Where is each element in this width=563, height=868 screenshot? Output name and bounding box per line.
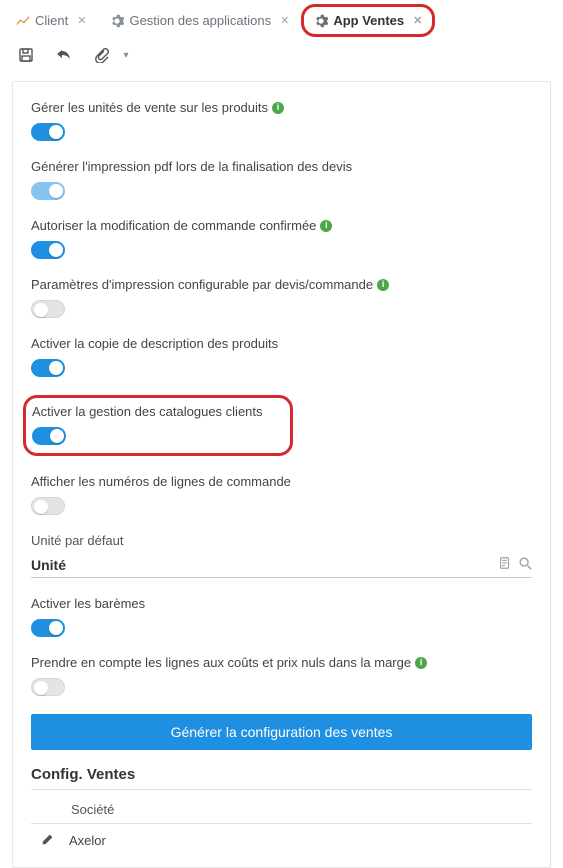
tab-gestion-applications[interactable]: Gestion des applications ✕	[98, 5, 301, 36]
info-icon[interactable]: i	[377, 279, 389, 291]
setting-label: Générer l'impression pdf lors de la fina…	[31, 159, 532, 174]
toggle-line-numbers[interactable]	[31, 497, 65, 515]
toggle-manage-units[interactable]	[31, 123, 65, 141]
setting-copy-desc: Activer la copie de description des prod…	[31, 336, 532, 377]
toggle-copy-desc[interactable]	[31, 359, 65, 377]
pencil-icon[interactable]	[41, 832, 69, 849]
toggle-null-cost-margin[interactable]	[31, 678, 65, 696]
label-text: Prendre en compte les lignes aux coûts e…	[31, 655, 411, 670]
close-icon[interactable]: ✕	[77, 14, 86, 27]
setting-label: Activer les barèmes	[31, 596, 532, 611]
gear-icon	[110, 14, 124, 28]
setting-line-numbers: Afficher les numéros de lignes de comman…	[31, 474, 532, 515]
grid-column-header: Société	[31, 796, 532, 824]
info-icon[interactable]: i	[272, 102, 284, 114]
chevron-down-icon[interactable]: ▾	[118, 47, 134, 63]
toolbar: ▾	[0, 37, 563, 75]
label-text: Activer les barèmes	[31, 596, 145, 611]
info-icon[interactable]: i	[320, 220, 332, 232]
generate-config-button[interactable]: Générer la configuration des ventes	[31, 714, 532, 750]
label-text: Afficher les numéros de lignes de comman…	[31, 474, 291, 489]
setting-label: Autoriser la modification de commande co…	[31, 218, 532, 233]
label-text: Générer l'impression pdf lors de la fina…	[31, 159, 352, 174]
setting-allow-modify: Autoriser la modification de commande co…	[31, 218, 532, 259]
setting-label: Afficher les numéros de lignes de comman…	[31, 474, 532, 489]
toggle-generate-pdf[interactable]	[31, 182, 65, 200]
save-icon[interactable]	[18, 47, 34, 63]
label-text: Activer la copie de description des prod…	[31, 336, 278, 351]
tab-label: Gestion des applications	[129, 13, 271, 28]
default-unit-row: Unité par défaut Unité	[31, 533, 532, 578]
toggle-catalogues[interactable]	[32, 427, 66, 445]
setting-catalogues: Activer la gestion des catalogues client…	[23, 395, 293, 456]
setting-label: Gérer les unités de vente sur les produi…	[31, 100, 532, 115]
toggle-allow-modify[interactable]	[31, 241, 65, 259]
chart-icon	[16, 14, 30, 28]
default-unit-label: Unité par défaut	[31, 533, 532, 548]
info-icon[interactable]: i	[415, 657, 427, 669]
search-icon[interactable]	[518, 556, 532, 573]
table-row[interactable]: Axelor	[31, 824, 532, 857]
settings-panel: Gérer les unités de vente sur les produi…	[12, 81, 551, 868]
attachment-icon[interactable]	[94, 47, 110, 63]
tab-label: Client	[35, 13, 68, 28]
setting-generate-pdf: Générer l'impression pdf lors de la fina…	[31, 159, 532, 200]
tab-client[interactable]: Client ✕	[4, 5, 98, 36]
setting-label: Activer la copie de description des prod…	[31, 336, 532, 351]
setting-label: Prendre en compte les lignes aux coûts e…	[31, 655, 532, 670]
document-icon[interactable]	[498, 556, 512, 573]
toggle-print-params[interactable]	[31, 300, 65, 318]
setting-null-cost-margin: Prendre en compte les lignes aux coûts e…	[31, 655, 532, 696]
setting-label: Activer la gestion des catalogues client…	[32, 404, 280, 419]
setting-manage-units: Gérer les unités de vente sur les produi…	[31, 100, 532, 141]
cell-societe: Axelor	[69, 833, 106, 848]
label-text: Activer la gestion des catalogues client…	[32, 404, 263, 419]
close-icon[interactable]: ✕	[413, 14, 422, 27]
tab-bar: Client ✕ Gestion des applications ✕ App …	[0, 0, 563, 37]
label-text: Gérer les unités de vente sur les produi…	[31, 100, 268, 115]
close-icon[interactable]: ✕	[280, 14, 289, 27]
toggle-scales[interactable]	[31, 619, 65, 637]
setting-label: Paramètres d'impression configurable par…	[31, 277, 532, 292]
gear-icon	[314, 14, 328, 28]
config-section-title: Config. Ventes	[31, 766, 532, 790]
label-text: Autoriser la modification de commande co…	[31, 218, 316, 233]
default-unit-value: Unité	[31, 557, 492, 573]
label-text: Paramètres d'impression configurable par…	[31, 277, 373, 292]
tab-app-ventes[interactable]: App Ventes ✕	[301, 4, 435, 37]
default-unit-input[interactable]: Unité	[31, 552, 532, 578]
setting-scales: Activer les barèmes	[31, 596, 532, 637]
setting-print-params: Paramètres d'impression configurable par…	[31, 277, 532, 318]
undo-icon[interactable]	[56, 47, 72, 63]
tab-label: App Ventes	[333, 13, 404, 28]
